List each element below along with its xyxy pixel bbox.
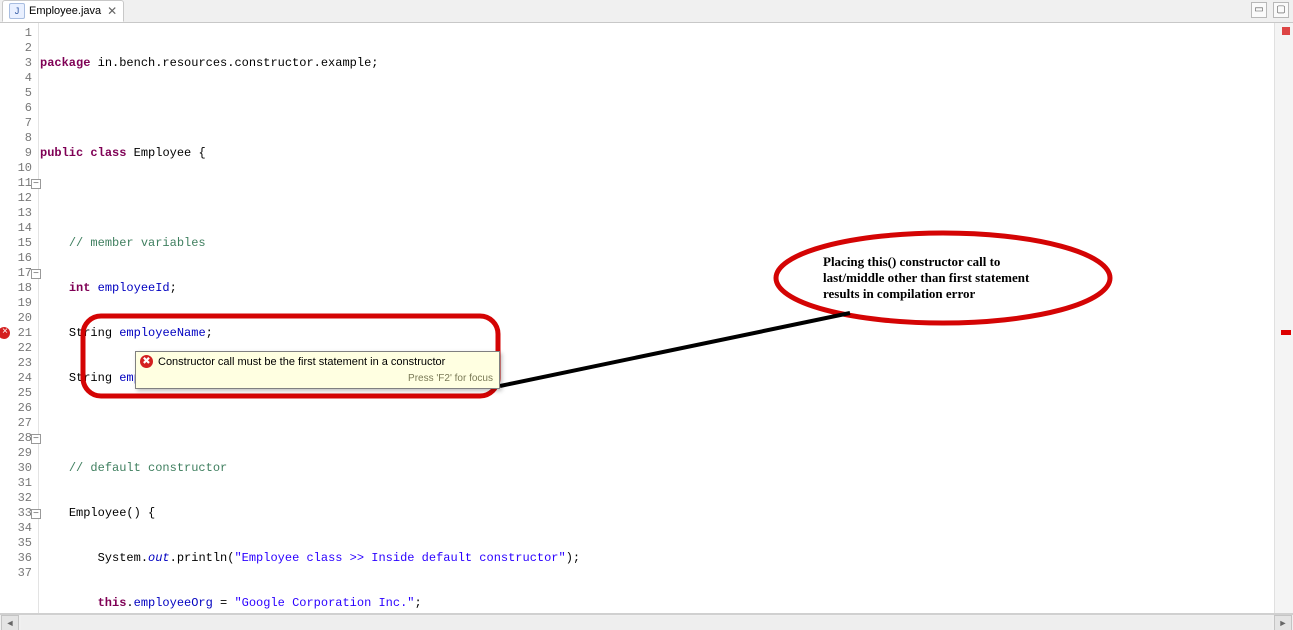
horizontal-scrollbar[interactable]: ◄ ► — [0, 614, 1293, 630]
error-icon: ✖ — [140, 355, 153, 368]
error-tooltip: ✖ Constructor call must be the first sta… — [135, 351, 500, 389]
scroll-left-icon[interactable]: ◄ — [1, 615, 19, 630]
minimize-view-icon[interactable]: ▭ — [1251, 2, 1267, 18]
code-editor[interactable]: 1234 5678 9101112 13141516 17181920 2122… — [0, 23, 1293, 614]
tab-employee-java[interactable]: J Employee.java ✕ — [2, 0, 124, 22]
tab-title: Employee.java — [29, 5, 101, 17]
tooltip-message: Constructor call must be the first state… — [158, 356, 445, 368]
error-summary-icon — [1282, 27, 1290, 35]
code-area[interactable]: package in.bench.resources.constructor.e… — [40, 23, 1271, 614]
line-number-gutter: 1234 5678 9101112 13141516 17181920 2122… — [0, 23, 39, 614]
close-icon[interactable]: ✕ — [107, 5, 117, 17]
java-file-icon: J — [9, 3, 25, 19]
tooltip-hint: Press 'F2' for focus — [158, 371, 493, 386]
editor-tab-bar: J Employee.java ✕ ▭ ▢ — [0, 0, 1293, 23]
overview-ruler[interactable] — [1274, 23, 1293, 613]
scrollbar-track[interactable] — [21, 616, 1272, 630]
scroll-right-icon[interactable]: ► — [1274, 615, 1292, 630]
maximize-view-icon[interactable]: ▢ — [1273, 2, 1289, 18]
error-marker-icon: 21 — [0, 326, 38, 341]
error-position-marker[interactable] — [1281, 330, 1291, 335]
